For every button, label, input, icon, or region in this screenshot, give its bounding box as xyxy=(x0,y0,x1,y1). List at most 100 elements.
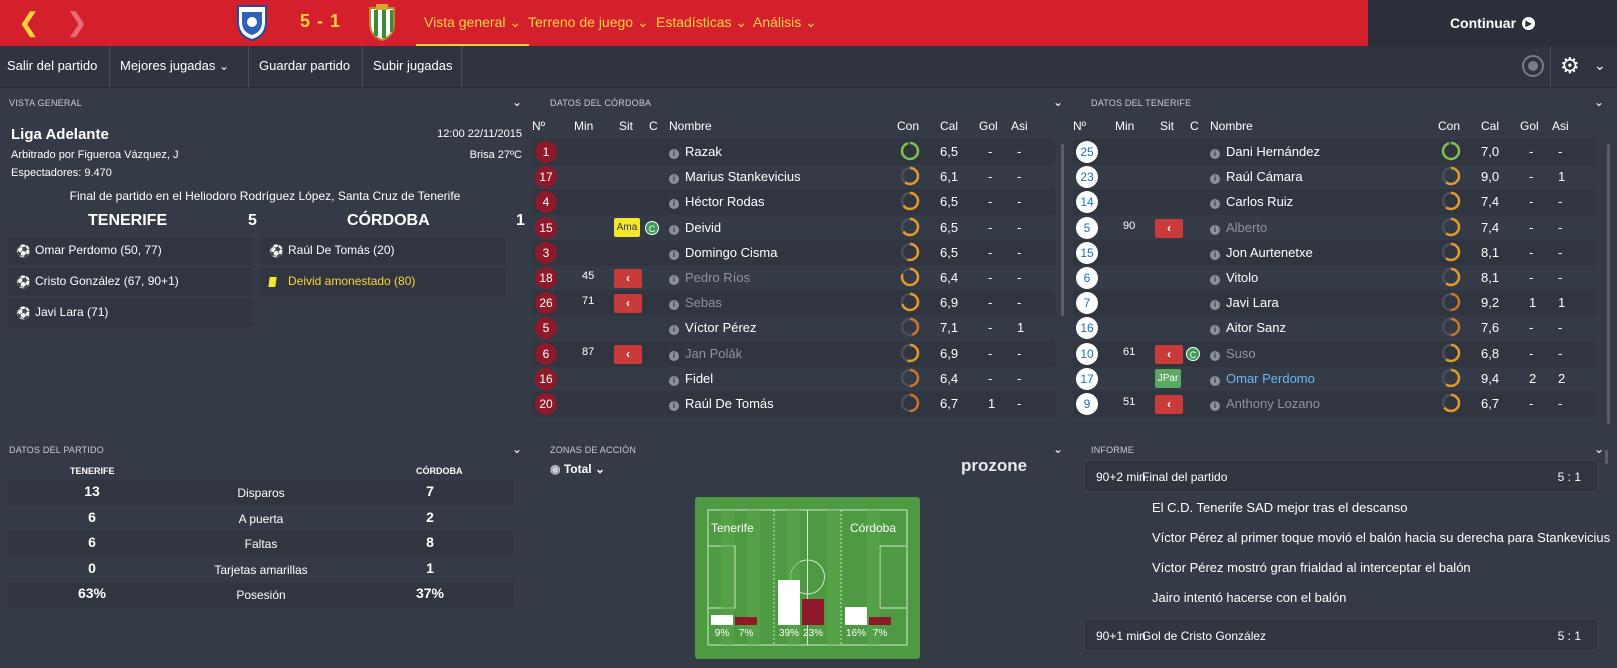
gear-icon[interactable]: ⚙ xyxy=(1560,53,1580,79)
tab-vista-general[interactable]: Vista general ⌄ xyxy=(415,14,530,47)
table-row[interactable]: 3 i Domingo Cisma 6,5 - - xyxy=(532,239,1055,266)
goals: - xyxy=(1529,144,1534,159)
table-row[interactable]: 10 61 ‹ Ci Suso 6,8 - - xyxy=(1073,340,1596,367)
player-name[interactable]: i Alberto xyxy=(1210,220,1267,235)
table-row[interactable]: 1 i Razak 6,5 - - xyxy=(532,139,1055,165)
table-row[interactable]: 16 i Aitor Sanz 7,6 - - xyxy=(1073,315,1596,341)
chevron-down-icon[interactable]: ⌄ xyxy=(512,95,522,109)
shirt-number: 26 xyxy=(535,292,557,315)
player-name[interactable]: i Domingo Cisma xyxy=(669,245,777,260)
info-icon[interactable]: i xyxy=(669,275,679,285)
chevron-down-icon[interactable]: ⌄ xyxy=(1053,442,1063,456)
table-row[interactable]: 4 i Héctor Rodas 6,5 - - xyxy=(532,189,1055,216)
table-row[interactable]: 6 i Vitolo 8,1 - - xyxy=(1073,265,1596,291)
table-row[interactable]: 17 JPar i Omar Perdomo 9,4 2 2 xyxy=(1073,366,1596,392)
table-row[interactable]: 5 90 ‹ i Alberto 7,4 - - xyxy=(1073,215,1596,241)
chevron-down-icon[interactable]: ⌄ xyxy=(512,442,522,456)
table-row[interactable]: 25 i Dani Hernández 7,0 - - xyxy=(1073,139,1596,165)
player-name[interactable]: i Sebas xyxy=(669,295,722,311)
scrollbar[interactable] xyxy=(1607,144,1610,424)
info-icon[interactable]: i xyxy=(669,325,679,336)
player-name[interactable]: i Carlos Ruiz xyxy=(1210,194,1293,210)
info-icon[interactable]: i xyxy=(1210,300,1220,311)
assists: 1 xyxy=(1017,320,1025,336)
info-icon[interactable]: i xyxy=(1210,350,1220,361)
exit-match-button[interactable]: Salir del partido xyxy=(7,46,97,88)
player-name[interactable]: i Marius Stankevicius xyxy=(669,169,801,185)
tab-terreno-de-juego[interactable]: Terreno de juego ⌄ xyxy=(528,14,649,31)
chevron-down-icon[interactable]: ⌄ xyxy=(1594,442,1604,456)
info-icon[interactable]: i xyxy=(669,249,679,260)
chevron-down-icon[interactable]: ⌄ xyxy=(1594,95,1604,109)
table-row[interactable]: 20 i Raúl De Tomás 6,7 1 - xyxy=(532,391,1055,417)
info-icon[interactable]: i xyxy=(1210,199,1220,210)
player-name[interactable]: i Deivid xyxy=(669,220,721,235)
continue-button[interactable]: Continuar ▶ xyxy=(1368,0,1617,46)
tab-estadisticas[interactable]: Estadísticas ⌄ xyxy=(656,14,747,31)
player-name[interactable]: i Suso xyxy=(1210,346,1256,361)
table-row[interactable]: 16 i Fidel 6,4 - - xyxy=(532,366,1055,392)
stat-label: Faltas xyxy=(244,537,278,551)
chevron-down-icon[interactable]: ⌄ xyxy=(1053,95,1063,109)
player-name[interactable]: i Jan Polák xyxy=(669,346,742,361)
player-name[interactable]: i Razak xyxy=(669,144,722,159)
table-row[interactable]: 9 51 ‹ i Anthony Lozano 6,7 - - xyxy=(1073,391,1596,417)
goals: - xyxy=(988,169,993,185)
save-match-button[interactable]: Guardar partido xyxy=(248,46,350,88)
table-row[interactable]: 7 i Javi Lara 9,2 1 1 xyxy=(1073,290,1596,317)
player-name[interactable]: i Aitor Sanz xyxy=(1210,320,1286,336)
scrollbar[interactable] xyxy=(1605,450,1608,464)
panel-heading: INFORME xyxy=(1091,445,1134,455)
table-row[interactable]: 17 i Marius Stankevicius 6,1 - - xyxy=(532,164,1055,190)
report-event-header[interactable]: 90+1 min. Gol de Cristo González 5 : 1 xyxy=(1086,621,1596,649)
player-name[interactable]: i Fidel xyxy=(669,371,713,386)
player-name[interactable]: i Víctor Pérez xyxy=(669,320,757,336)
player-name[interactable]: i Raúl De Tomás xyxy=(669,396,774,411)
player-name[interactable]: i Omar Perdomo xyxy=(1210,371,1315,386)
record-icon[interactable] xyxy=(1522,55,1544,77)
best-moves-button[interactable]: Mejores jugadas ⌄ xyxy=(109,46,246,88)
forward-arrow-icon[interactable]: ❯ xyxy=(66,8,88,36)
table-row[interactable]: 15 Ama Ci Deivid 6,5 - - xyxy=(532,215,1055,241)
player-name[interactable]: i Vitolo xyxy=(1210,270,1258,285)
info-icon[interactable]: i xyxy=(669,401,679,411)
chevron-down-icon[interactable]: ⌄ xyxy=(1594,57,1606,74)
player-name[interactable]: i Raúl Cámara xyxy=(1210,169,1303,185)
info-icon[interactable]: i xyxy=(669,199,679,210)
away-zone-bar xyxy=(802,599,824,625)
table-row[interactable]: 15 i Jon Aurtenetxe 8,1 - - xyxy=(1073,239,1596,266)
back-arrow-icon[interactable]: ❮ xyxy=(18,8,40,36)
info-icon[interactable]: i xyxy=(669,300,679,311)
condition-ring-icon xyxy=(900,141,920,161)
info-icon[interactable]: i xyxy=(1210,275,1220,285)
scrollbar[interactable] xyxy=(1061,144,1064,316)
info-icon[interactable]: i xyxy=(1210,249,1220,260)
info-icon[interactable]: i xyxy=(669,174,679,185)
info-icon[interactable]: i xyxy=(669,375,679,386)
player-name[interactable]: i Anthony Lozano xyxy=(1210,396,1320,411)
info-icon[interactable]: i xyxy=(1210,401,1220,411)
player-name[interactable]: i Javi Lara xyxy=(1210,295,1279,311)
info-icon[interactable]: i xyxy=(1210,224,1220,235)
info-icon[interactable]: i xyxy=(1210,149,1220,159)
upload-moves-button[interactable]: Subir jugadas xyxy=(362,46,462,88)
player-name[interactable]: i Pedro Ríos xyxy=(669,270,750,285)
info-icon[interactable]: i xyxy=(669,224,679,235)
zones-filter-dropdown[interactable]: ◉ Total ⌄ xyxy=(550,462,605,476)
player-name[interactable]: i Dani Hernández xyxy=(1210,144,1320,159)
table-row[interactable]: 5 i Víctor Pérez 7,1 - 1 xyxy=(532,315,1055,341)
player-name[interactable]: i Héctor Rodas xyxy=(669,194,764,210)
player-name[interactable]: i Jon Aurtenetxe xyxy=(1210,245,1313,260)
info-icon[interactable]: i xyxy=(669,149,679,159)
report-event-header[interactable]: 90+2 min. Final del partido 5 : 1 xyxy=(1086,462,1596,490)
info-icon[interactable]: i xyxy=(1210,174,1220,185)
table-row[interactable]: 23 i Raúl Cámara 9,0 - 1 xyxy=(1073,164,1596,190)
info-icon[interactable]: i xyxy=(669,350,679,361)
info-icon[interactable]: i xyxy=(1210,375,1220,386)
table-row[interactable]: 26 71 ‹ i Sebas 6,9 - - xyxy=(532,290,1055,317)
table-row[interactable]: 6 87 ‹ i Jan Polák 6,9 - - xyxy=(532,340,1055,367)
table-row[interactable]: 18 45 ‹ i Pedro Ríos 6,4 - - xyxy=(532,265,1055,291)
tab-analisis[interactable]: Análisis ⌄ xyxy=(753,14,817,31)
info-icon[interactable]: i xyxy=(1210,325,1220,336)
table-row[interactable]: 14 i Carlos Ruiz 7,4 - - xyxy=(1073,189,1596,216)
